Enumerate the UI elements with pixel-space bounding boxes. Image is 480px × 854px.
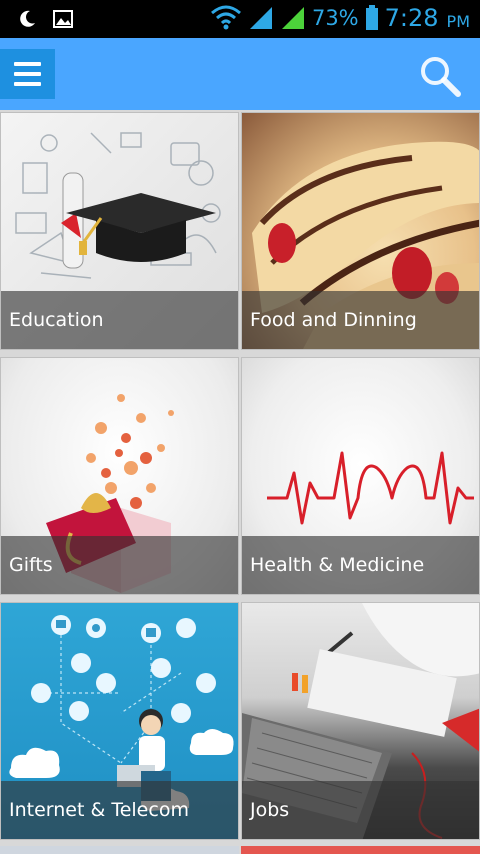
category-tile-next-left[interactable] (0, 846, 239, 854)
battery-percent: 73% (311, 6, 359, 30)
category-label: Food and Dinning (250, 309, 417, 331)
category-tile-food[interactable]: Food and Dinning (241, 112, 480, 350)
battery-icon (365, 5, 378, 30)
category-label: Education (9, 309, 104, 331)
category-label: Jobs (250, 799, 290, 821)
clock-time: 7:28 (384, 4, 439, 32)
category-label: Gifts (9, 554, 53, 576)
category-tile-next-right[interactable] (241, 846, 480, 854)
hamburger-menu-icon (14, 62, 41, 66)
signal-icon-sim1 (249, 7, 272, 29)
category-tile-internet[interactable]: Internet & Telecom (0, 602, 239, 840)
category-tile-education[interactable]: Education (0, 112, 239, 350)
category-label: Health & Medicine (250, 554, 425, 576)
wifi-icon (210, 5, 241, 30)
category-tile-health[interactable]: Health & Medicine (241, 357, 480, 595)
app-bar (0, 38, 480, 110)
search-icon[interactable] (418, 54, 462, 98)
category-tile-jobs[interactable]: Jobs (241, 602, 480, 840)
moon-notification-icon (20, 10, 35, 27)
clock-ampm: PM (446, 11, 470, 31)
signal-icon-sim2 (281, 7, 304, 29)
category-grid: Education Food and Dinning Gifts Health … (0, 110, 480, 854)
graduation-cap-icon (15, 132, 221, 279)
menu-button[interactable] (0, 49, 55, 99)
category-tile-gifts[interactable]: Gifts (0, 357, 239, 595)
image-notification-icon (53, 10, 73, 28)
category-label: Internet & Telecom (9, 799, 189, 821)
status-bar: 73% 7:28 PM (0, 0, 480, 38)
